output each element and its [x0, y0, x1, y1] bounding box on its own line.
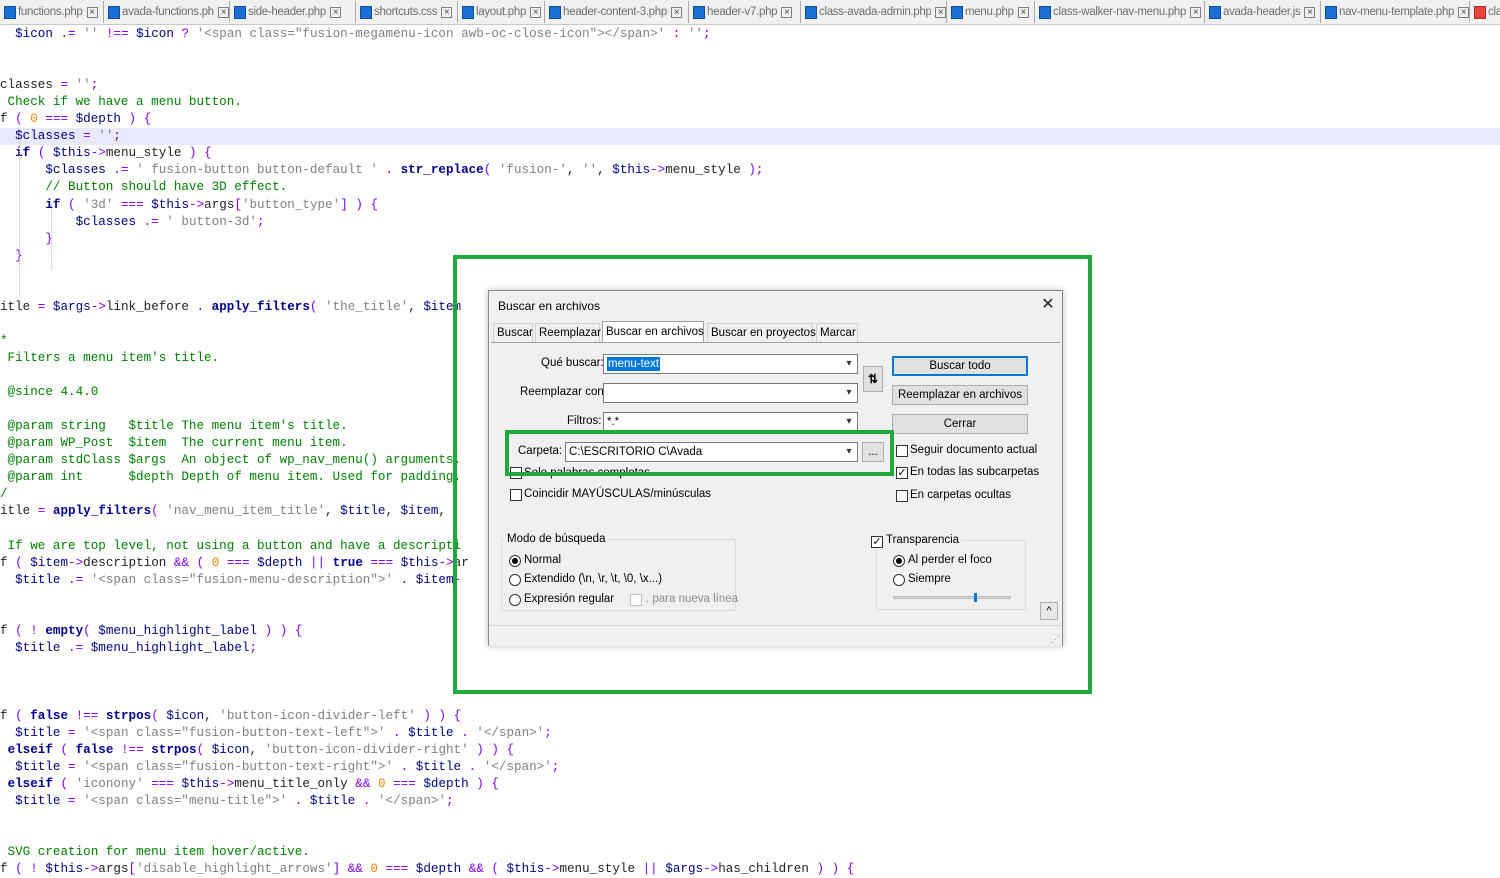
code-line: @param int $depth Depth of menu item. Us…: [0, 470, 462, 485]
file-tab[interactable]: class-avada-admin.php ×: [801, 1, 947, 23]
file-tab[interactable]: menu.php ×: [947, 1, 1035, 23]
file-php-modified-icon: [1474, 5, 1486, 19]
file-tab-label: functions.php: [18, 6, 83, 18]
code-line: $title = '<span class="fusion-button-tex…: [15, 726, 552, 741]
file-tab-bar: functions.php × avada-functions.php × side-h…: [0, 0, 1500, 25]
code-line: if ( $this->menu_style ) {: [15, 146, 212, 161]
file-tab[interactable]: cla: [1470, 1, 1500, 23]
close-tab-icon[interactable]: ×: [1017, 6, 1029, 18]
file-tab[interactable]: header-content-3.php ×: [545, 1, 689, 23]
indent-guide: [51, 238, 52, 263]
close-tab-icon[interactable]: ×: [86, 6, 98, 18]
file-tab[interactable]: avada-functions.php ×: [104, 1, 230, 23]
file-tab[interactable]: layout.php ×: [458, 1, 545, 23]
close-tab-icon[interactable]: ×: [1304, 6, 1316, 18]
file-php-icon: [549, 5, 561, 19]
highlight-box-folder: [505, 430, 894, 476]
code-line: $classes = '';: [0, 128, 1500, 146]
code-line: Check if we have a menu button.: [0, 95, 242, 110]
file-php-icon: [951, 5, 963, 19]
file-tab[interactable]: nav-menu-template.php ×: [1321, 1, 1470, 23]
code-line: @since 4.4.0: [0, 385, 99, 400]
file-tab[interactable]: shortcuts.css ×: [356, 1, 458, 23]
close-tab-icon[interactable]: ×: [781, 6, 793, 18]
code-line: *: [0, 333, 8, 348]
code-line: @param stdClass $args An object of wp_na…: [0, 453, 462, 468]
code-line: itle = $args->link_before . apply_filter…: [0, 299, 462, 314]
file-tab-label: class-walker-nav-menu.php: [1053, 6, 1187, 18]
code-line: $classes .= ' fusion-button button-defau…: [45, 163, 764, 178]
code-line: $icon .= '' !== $icon ? '<span class="fu…: [15, 27, 711, 41]
code-line: f ( 0 === $depth ) {: [0, 112, 152, 127]
file-tab-label: header-content-3.php: [563, 6, 667, 18]
code-line: itle = apply_filters( 'nav_menu_item_tit…: [0, 504, 446, 519]
close-tab-icon[interactable]: ×: [441, 6, 453, 18]
file-php-icon: [1325, 5, 1337, 19]
code-line: If we are top level, not using a button …: [0, 538, 462, 553]
file-tab-label: nav-menu-template.php: [1339, 6, 1454, 18]
close-tab-icon[interactable]: ×: [670, 6, 682, 18]
code-line: // Button should have 3D effect.: [0, 180, 288, 195]
file-tab-label: side-header.php: [248, 6, 326, 18]
file-tab-label: header-v7.php: [707, 6, 778, 18]
file-js-icon: [1209, 5, 1221, 19]
code-line: $title .= '<span class="fusion-menu-desc…: [15, 572, 462, 587]
file-php-icon: [4, 5, 16, 19]
file-php-icon: [108, 5, 120, 19]
close-tab-icon[interactable]: ×: [530, 6, 542, 18]
code-line: f ( $item->description && ( 0 === $depth…: [0, 555, 469, 570]
code-line: $classes .= ' button-3d';: [75, 214, 265, 229]
code-line: $title = '<span class="fusion-button-tex…: [15, 760, 560, 775]
code-line: @param WP_Post $item The current menu it…: [0, 436, 348, 451]
code-line: $title = '<span class="menu-title">' . $…: [15, 794, 454, 809]
close-tab-icon[interactable]: ×: [329, 6, 341, 18]
close-tab-icon[interactable]: ×: [1190, 6, 1202, 18]
code-line: /: [0, 487, 8, 502]
code-line: f ( ! empty( $menu_highlight_label ) ) {: [0, 623, 303, 638]
file-tab-label: shortcuts.css: [374, 6, 438, 18]
file-tab[interactable]: avada-header.js ×: [1205, 1, 1321, 23]
code-line: f ( ! $this->args['disable_highlight_arr…: [0, 862, 855, 877]
close-tab-icon[interactable]: ×: [1458, 6, 1469, 18]
file-tab-label: avada-header.js: [1223, 6, 1301, 18]
file-tab-label: class-avada-admin.php: [819, 6, 931, 18]
code-line: if ( '3d' === $this->args['button_type']…: [45, 197, 378, 212]
file-tab[interactable]: functions.php ×: [0, 1, 104, 23]
file-tab-label: menu.php: [965, 6, 1014, 18]
file-css-icon: [360, 5, 372, 19]
code-line: elseif ( 'iconony' === $this->menu_title…: [7, 777, 499, 792]
code-line: SVG creation for menu item hover/active.: [0, 845, 310, 860]
file-tab[interactable]: class-walker-nav-menu.php ×: [1035, 1, 1205, 23]
code-line: elseif ( false !== strpos( $icon, 'butto…: [7, 743, 515, 758]
close-tab-icon[interactable]: ×: [218, 6, 229, 18]
file-php-icon: [234, 5, 246, 19]
file-tab[interactable]: side-header.php ×: [230, 1, 356, 23]
file-tab[interactable]: header-v7.php ×: [689, 1, 801, 23]
code-line: f ( false !== strpos( $icon, 'button-ico…: [0, 709, 462, 723]
code-line: Filters a menu item's title.: [0, 350, 220, 365]
file-php-icon: [805, 5, 817, 19]
file-php-icon: [693, 5, 705, 19]
code-line: @param string $title The menu item's tit…: [0, 419, 348, 434]
close-tab-icon[interactable]: ×: [935, 6, 946, 18]
code-line: $title .= $menu_highlight_label;: [15, 640, 258, 655]
file-tab-label: layout.php: [476, 6, 527, 18]
code-line: }: [45, 231, 53, 246]
file-tab-label: cla: [1488, 6, 1500, 18]
file-tab-label: avada-functions.php: [122, 6, 214, 18]
file-php-icon: [462, 5, 474, 19]
file-php-icon: [1039, 5, 1051, 19]
indent-guide: [19, 136, 20, 296]
code-line: classes = '';: [0, 78, 99, 93]
